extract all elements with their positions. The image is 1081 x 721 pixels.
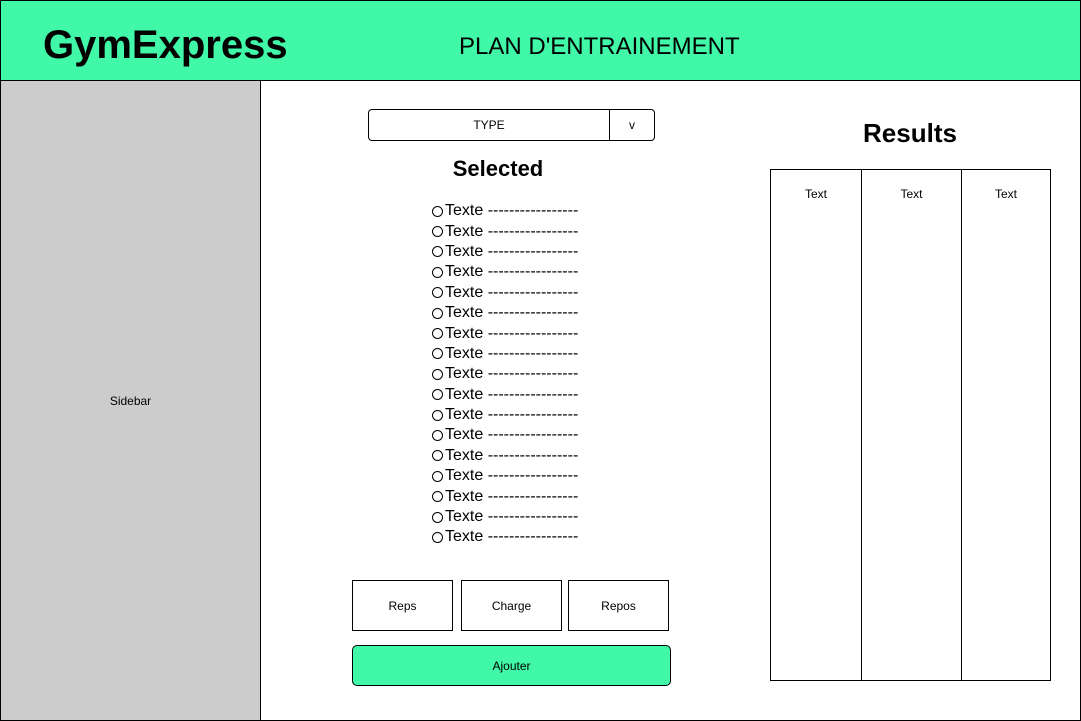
results-heading: Results bbox=[863, 118, 957, 148]
option-label: Texte ----------------- bbox=[445, 283, 579, 301]
results-table: Text Text Text bbox=[770, 169, 1051, 681]
radio-button[interactable] bbox=[432, 226, 443, 238]
app-logo[interactable]: GymExpress bbox=[43, 21, 288, 69]
exercise-option[interactable]: Texte ----------------- bbox=[432, 303, 578, 323]
radio-button[interactable] bbox=[432, 409, 443, 421]
page-title: PLAN D'ENTRAINEMENT bbox=[459, 33, 740, 60]
radio-button[interactable] bbox=[432, 491, 443, 503]
option-label: Texte ----------------- bbox=[445, 222, 579, 240]
option-label: Texte ----------------- bbox=[445, 426, 579, 444]
exercise-option[interactable]: Texte ----------------- bbox=[432, 344, 578, 364]
option-label: Texte ----------------- bbox=[445, 324, 579, 342]
radio-button[interactable] bbox=[432, 328, 443, 340]
radio-button[interactable] bbox=[432, 266, 443, 278]
exercise-option[interactable]: Texte ----------------- bbox=[432, 221, 578, 241]
radio-button[interactable] bbox=[432, 450, 443, 462]
radio-button[interactable] bbox=[432, 287, 443, 299]
reps-field[interactable]: Reps bbox=[352, 580, 453, 631]
exercise-option[interactable]: Texte ----------------- bbox=[432, 385, 578, 405]
results-column: Text bbox=[961, 170, 1050, 680]
exercise-option[interactable]: Texte ----------------- bbox=[432, 507, 578, 527]
exercise-option[interactable]: Texte ----------------- bbox=[432, 323, 578, 343]
option-label: Texte ----------------- bbox=[445, 446, 579, 464]
radio-button[interactable] bbox=[432, 348, 443, 360]
option-label: Texte ----------------- bbox=[445, 304, 579, 322]
radio-button[interactable] bbox=[432, 205, 443, 217]
selected-heading: Selected bbox=[452, 156, 544, 181]
radio-button[interactable] bbox=[432, 531, 443, 543]
exercise-option[interactable]: Texte ----------------- bbox=[432, 242, 578, 262]
repos-field[interactable]: Repos bbox=[568, 580, 669, 631]
radio-button[interactable] bbox=[432, 429, 443, 441]
radio-button[interactable] bbox=[432, 246, 443, 258]
header: GymExpress PLAN D'ENTRAINEMENT bbox=[0, 0, 1081, 81]
add-button[interactable]: Ajouter bbox=[352, 645, 671, 686]
option-label: Texte ----------------- bbox=[445, 487, 579, 505]
option-label: Texte ----------------- bbox=[445, 467, 579, 485]
radio-button[interactable] bbox=[432, 368, 443, 380]
exercise-option[interactable]: Texte ----------------- bbox=[432, 446, 578, 466]
option-label: Texte ----------------- bbox=[445, 528, 579, 546]
option-label: Texte ----------------- bbox=[445, 365, 579, 383]
option-label: Texte ----------------- bbox=[445, 385, 579, 403]
results-column: Text bbox=[861, 170, 961, 680]
exercise-option[interactable]: Texte ----------------- bbox=[432, 405, 578, 425]
exercise-option[interactable]: Texte ----------------- bbox=[432, 466, 578, 486]
sidebar-label: Sidebar bbox=[109, 393, 152, 408]
option-label: Texte ----------------- bbox=[445, 406, 579, 424]
option-label: Texte ----------------- bbox=[445, 202, 579, 220]
exercise-option[interactable]: Texte ----------------- bbox=[432, 425, 578, 445]
radio-button[interactable] bbox=[432, 470, 443, 482]
chevron-down-icon[interactable]: v bbox=[610, 110, 654, 140]
option-label: Texte ----------------- bbox=[445, 242, 579, 260]
exercise-option[interactable]: Texte ----------------- bbox=[432, 527, 578, 547]
radio-button[interactable] bbox=[432, 511, 443, 523]
results-column: Text bbox=[804, 187, 827, 201]
exercise-option-list: Texte ----------------- Texte ----------… bbox=[432, 201, 578, 548]
exercise-option[interactable]: Texte ----------------- bbox=[432, 486, 578, 506]
option-label: Texte ----------------- bbox=[445, 263, 579, 281]
exercise-option[interactable]: Texte ----------------- bbox=[432, 262, 578, 282]
exercise-option[interactable]: Texte ----------------- bbox=[432, 201, 578, 221]
radio-button[interactable] bbox=[432, 307, 443, 319]
option-label: Texte ----------------- bbox=[445, 344, 579, 362]
sidebar: Sidebar bbox=[0, 80, 261, 721]
charge-field[interactable]: Charge bbox=[461, 580, 562, 631]
exercise-option[interactable]: Texte ----------------- bbox=[432, 283, 578, 303]
exercise-option[interactable]: Texte ----------------- bbox=[432, 364, 578, 384]
type-dropdown-value: TYPE bbox=[473, 118, 505, 132]
type-dropdown[interactable]: TYPE v bbox=[368, 109, 655, 141]
radio-button[interactable] bbox=[432, 389, 443, 401]
option-label: Texte ----------------- bbox=[445, 508, 579, 526]
